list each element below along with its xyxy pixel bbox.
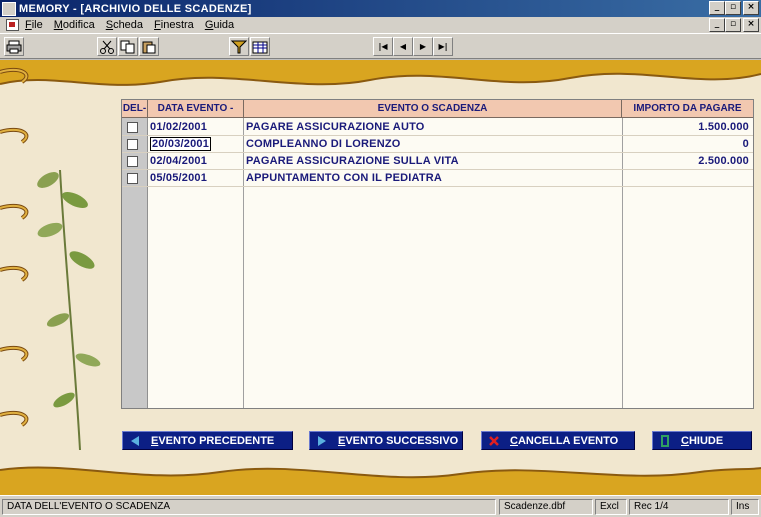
table-view-button[interactable] xyxy=(250,37,270,56)
next-record-button[interactable]: ▶ xyxy=(413,37,433,56)
document-icon[interactable] xyxy=(6,19,19,31)
filter-icon xyxy=(231,40,247,53)
event-description[interactable]: PAGARE ASSICURAZIONE SULLA VITA xyxy=(246,153,624,169)
column-header-event[interactable]: EVENTO O SCADENZA xyxy=(244,100,622,118)
window-controls: _ ▫ × xyxy=(709,1,759,15)
paste-icon xyxy=(142,41,156,53)
status-bar: DATA DELL'EVENTO O SCADENZA Scadenze.dbf… xyxy=(0,495,761,517)
first-record-button[interactable]: |◀ xyxy=(373,37,393,56)
menu-scheda[interactable]: Scheda xyxy=(106,19,143,31)
filter-button[interactable] xyxy=(229,37,249,56)
column-header-del[interactable]: DEL- xyxy=(122,100,148,118)
record-navigation: |◀ ◀ ▶ ▶| xyxy=(373,37,453,56)
table-row[interactable]: 02/04/2001 PAGARE ASSICURAZIONE SULLA VI… xyxy=(122,153,753,170)
print-button[interactable] xyxy=(4,37,24,56)
menu-finestra[interactable]: Finestra xyxy=(154,19,194,31)
menu-modifica[interactable]: Modifica xyxy=(54,19,95,31)
event-date[interactable]: 02/04/2001 xyxy=(150,153,242,169)
menu-file[interactable]: File xyxy=(25,19,43,31)
doc-minimize-button[interactable]: _ xyxy=(709,18,725,32)
last-record-button[interactable]: ▶| xyxy=(433,37,453,56)
arrow-left-icon xyxy=(129,435,141,447)
status-insert: Ins xyxy=(731,499,759,515)
maximize-button[interactable]: ▫ xyxy=(725,1,741,15)
table-row[interactable]: 20/03/2001 COMPLEANNO DI LORENZO 0 xyxy=(122,136,753,153)
status-file: Scadenze.dbf xyxy=(499,499,593,515)
event-date[interactable]: 20/03/2001 xyxy=(150,136,242,152)
event-date-selected[interactable]: 20/03/2001 xyxy=(150,137,212,151)
doc-close-button[interactable]: × xyxy=(743,18,759,32)
status-message: DATA DELL'EVENTO O SCADENZA xyxy=(2,499,496,515)
paste-button[interactable] xyxy=(139,37,159,56)
table-row[interactable]: 05/05/2001 APPUNTAMENTO CON IL PEDIATRA xyxy=(122,170,753,187)
arrow-right-icon xyxy=(316,435,328,447)
scissors-icon xyxy=(100,40,114,54)
decorative-wave-top xyxy=(0,60,761,86)
title-bar: MEMORY - [ARCHIVIO DELLE SCADENZE] _ ▫ × xyxy=(0,0,761,17)
delete-checkbox[interactable] xyxy=(127,156,138,167)
next-event-button[interactable]: EVENTO SUCCESSIVO xyxy=(309,431,463,450)
menu-bar: File Modifica Scheda Finestra Guida _ ▫ … xyxy=(0,17,761,33)
event-amount[interactable]: 1.500.000 xyxy=(625,119,749,135)
close-window-button[interactable]: × xyxy=(743,1,759,15)
toolbar: |◀ ◀ ▶ ▶| xyxy=(0,33,761,59)
previous-event-button[interactable]: EVENTO PRECEDENTE xyxy=(122,431,293,450)
delete-checkbox[interactable] xyxy=(127,139,138,150)
event-description[interactable]: COMPLEANNO DI LORENZO xyxy=(246,136,624,152)
event-date[interactable]: 05/05/2001 xyxy=(150,170,242,186)
event-description[interactable]: PAGARE ASSICURAZIONE AUTO xyxy=(246,119,624,135)
menu-guida[interactable]: Guida xyxy=(205,19,234,31)
event-description[interactable]: APPUNTAMENTO CON IL PEDIATRA xyxy=(246,170,624,186)
decorative-leaves xyxy=(37,169,101,450)
copy-icon xyxy=(120,40,135,53)
table-row[interactable]: 01/02/2001 PAGARE ASSICURAZIONE AUTO 1.5… xyxy=(122,119,753,136)
previous-record-button[interactable]: ◀ xyxy=(393,37,413,56)
column-header-amount[interactable]: IMPORTO DA PAGARE xyxy=(622,100,753,118)
status-record: Rec 1/4 xyxy=(629,499,729,515)
door-exit-icon xyxy=(659,434,671,447)
event-amount[interactable]: 2.500.000 xyxy=(625,153,749,169)
deadlines-grid: DEL- DATA EVENTO - EVENTO O SCADENZA IMP… xyxy=(121,99,754,409)
delete-x-icon xyxy=(488,435,500,447)
cut-button[interactable] xyxy=(97,37,117,56)
delete-checkbox[interactable] xyxy=(127,122,138,133)
table-icon xyxy=(252,41,268,53)
event-date[interactable]: 01/02/2001 xyxy=(150,119,242,135)
delete-event-button[interactable]: CANCELLA EVENTO xyxy=(481,431,635,450)
status-mode: Excl xyxy=(595,499,627,515)
window-title: MEMORY - [ARCHIVIO DELLE SCADENZE] xyxy=(19,2,252,15)
copy-button[interactable] xyxy=(118,37,138,56)
minimize-button[interactable]: _ xyxy=(709,1,725,15)
delete-checkbox[interactable] xyxy=(127,173,138,184)
printer-icon xyxy=(6,40,22,53)
document-window-controls: _ ▫ × xyxy=(709,18,759,32)
close-form-button[interactable]: CHIUDE xyxy=(652,431,752,450)
column-header-date[interactable]: DATA EVENTO - xyxy=(148,100,244,118)
event-amount[interactable]: 0 xyxy=(625,136,749,152)
event-amount[interactable] xyxy=(625,170,749,186)
doc-restore-button[interactable]: ▫ xyxy=(725,18,741,32)
app-icon[interactable] xyxy=(2,1,16,16)
decorative-wave-bottom xyxy=(0,466,761,495)
